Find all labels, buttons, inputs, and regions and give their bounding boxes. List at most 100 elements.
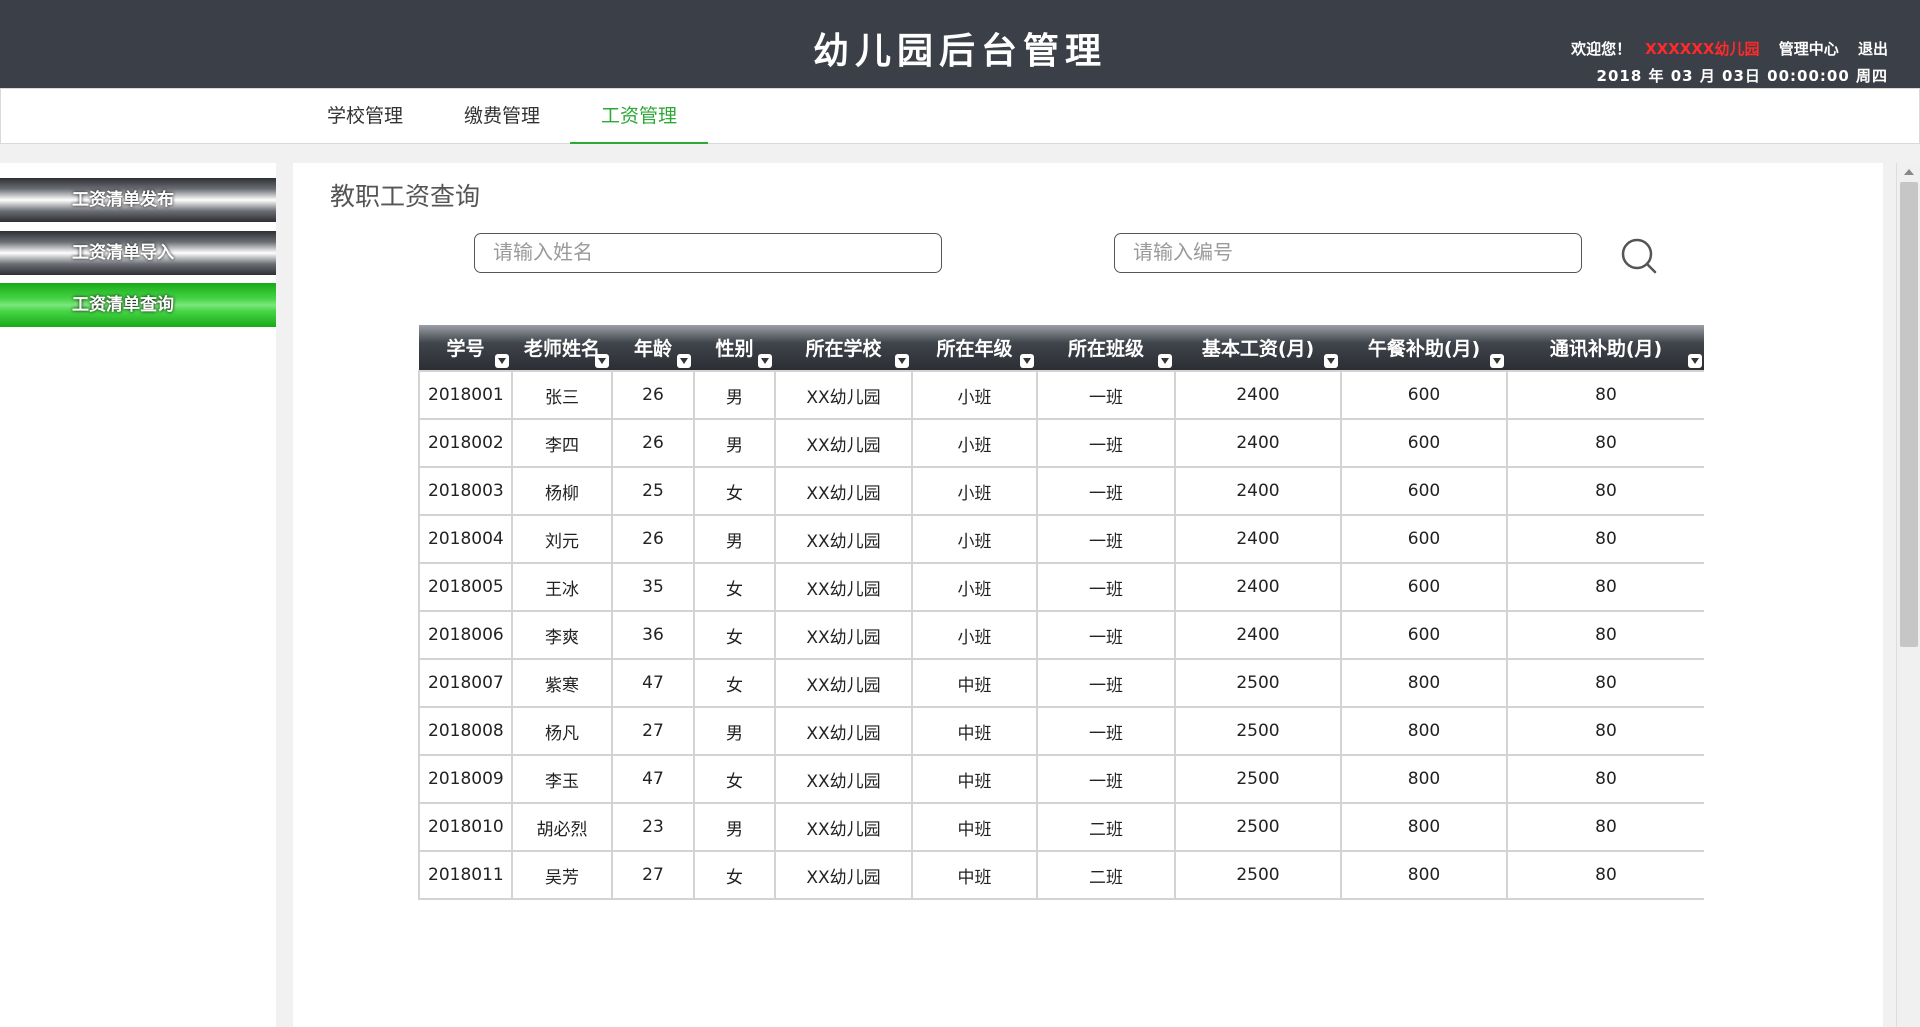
- table-row[interactable]: 2018011 吴芳 27 女 XX幼儿园 中班 二班 2500 800 80: [418, 850, 1704, 900]
- datetime-display: 2018 年 03 月 03日 00:00:00 周四: [1596, 67, 1888, 85]
- table-cell: 一班: [1036, 658, 1176, 708]
- filter-dropdown-icon[interactable]: [1490, 354, 1504, 368]
- table-cell: 35: [611, 562, 695, 612]
- search-name-input[interactable]: [474, 233, 942, 273]
- app-header: 幼儿园后台管理 欢迎您！ XXXXXX幼儿园 管理中心 退出 2018 年 03 …: [0, 0, 1920, 88]
- filter-dropdown-icon[interactable]: [758, 354, 772, 368]
- table-cell: 800: [1340, 658, 1508, 708]
- table-row[interactable]: 2018001 张三 26 男 XX幼儿园 小班 一班 2400 600 80: [418, 370, 1704, 420]
- filter-dropdown-icon[interactable]: [1324, 354, 1338, 368]
- table-cell: XX幼儿园: [774, 370, 913, 420]
- vertical-scrollbar[interactable]: [1896, 163, 1920, 1027]
- table-cell: 2018003: [418, 466, 513, 516]
- table-cell: 吴芳: [511, 850, 613, 900]
- sidebar-item-salary-publish[interactable]: 工资清单发布: [0, 178, 276, 222]
- sidebar: 工资清单发布 工资清单导入 工资清单查询: [0, 163, 276, 1027]
- table-cell: 80: [1506, 562, 1704, 612]
- table-cell: 2400: [1174, 514, 1342, 564]
- filter-dropdown-icon[interactable]: [895, 354, 909, 368]
- column-header[interactable]: 年龄: [612, 325, 694, 371]
- column-header[interactable]: 所在年级: [912, 325, 1037, 371]
- filter-dropdown-icon[interactable]: [595, 354, 609, 368]
- table-cell: 李四: [511, 418, 613, 468]
- table-cell: 刘元: [511, 514, 613, 564]
- sidebar-item-label: 工资清单发布: [72, 190, 174, 210]
- filter-dropdown-icon[interactable]: [677, 354, 691, 368]
- filter-dropdown-icon[interactable]: [1020, 354, 1034, 368]
- table-row[interactable]: 2018009 李玉 47 女 XX幼儿园 中班 一班 2500 800 80: [418, 754, 1704, 804]
- tab-salary-management[interactable]: 工资管理: [570, 89, 708, 144]
- column-header[interactable]: 基本工资(月): [1175, 325, 1341, 371]
- table-cell: 王冰: [511, 562, 613, 612]
- filter-dropdown-icon[interactable]: [1158, 354, 1172, 368]
- table-row[interactable]: 2018008 杨凡 27 男 XX幼儿园 中班 一班 2500 800 80: [418, 706, 1704, 756]
- table-cell: 2400: [1174, 370, 1342, 420]
- table-cell: 2018008: [418, 706, 513, 756]
- table-cell: 中班: [911, 658, 1038, 708]
- column-header[interactable]: 午餐补助(月): [1341, 325, 1507, 371]
- scroll-up-icon[interactable]: [1904, 169, 1914, 175]
- table-cell: 一班: [1036, 370, 1176, 420]
- table-cell: 800: [1340, 754, 1508, 804]
- column-header[interactable]: 所在班级: [1037, 325, 1175, 371]
- table-cell: 80: [1506, 370, 1704, 420]
- tab-fee-management[interactable]: 缴费管理: [433, 89, 571, 144]
- salary-table-container: 学号 老师姓名 年龄 性别 所在学校 所在年级 所在班级 基本工资(月) 午餐补助(月) 通讯补助…: [418, 325, 1704, 909]
- table-cell: 2500: [1174, 850, 1342, 900]
- table-row[interactable]: 2018004 刘元 26 男 XX幼儿园 小班 一班 2400 600 80: [418, 514, 1704, 564]
- table-cell: 800: [1340, 850, 1508, 900]
- table-cell: 男: [693, 418, 776, 468]
- table-row[interactable]: 2018003 杨柳 25 女 XX幼儿园 小班 一班 2400 600 80: [418, 466, 1704, 516]
- table-cell: 李爽: [511, 610, 613, 660]
- table-cell: 80: [1506, 658, 1704, 708]
- table-cell: 男: [693, 370, 776, 420]
- header-user-area: 欢迎您！ XXXXXX幼儿园 管理中心 退出 2018 年 03 月 03日 00…: [1557, 38, 1888, 86]
- table-cell: 600: [1340, 370, 1508, 420]
- table-row[interactable]: 2018002 李四 26 男 XX幼儿园 小班 一班 2400 600 80: [418, 418, 1704, 468]
- sidebar-item-label: 工资清单导入: [72, 243, 174, 263]
- table-row[interactable]: 2018007 紫寒 47 女 XX幼儿园 中班 一班 2500 800 80: [418, 658, 1704, 708]
- table-cell: XX幼儿园: [774, 562, 913, 612]
- table-cell: 2018005: [418, 562, 513, 612]
- table-cell: 2400: [1174, 562, 1342, 612]
- search-button[interactable]: [1620, 237, 1660, 277]
- table-cell: 23: [611, 802, 695, 852]
- table-cell: XX幼儿园: [774, 754, 913, 804]
- sidebar-item-salary-import[interactable]: 工资清单导入: [0, 231, 276, 275]
- table-cell: 杨柳: [511, 466, 613, 516]
- admin-center-link[interactable]: 管理中心: [1779, 40, 1839, 58]
- column-header[interactable]: 学号: [419, 325, 512, 371]
- table-cell: 2018002: [418, 418, 513, 468]
- filter-dropdown-icon[interactable]: [495, 354, 509, 368]
- table-row[interactable]: 2018010 胡必烈 23 男 XX幼儿园 中班 二班 2500 800 80: [418, 802, 1704, 852]
- table-cell: 女: [693, 850, 776, 900]
- table-cell: 男: [693, 514, 776, 564]
- column-header[interactable]: 老师姓名: [512, 325, 612, 371]
- tab-school-management[interactable]: 学校管理: [296, 89, 434, 144]
- column-header[interactable]: 所在学校: [775, 325, 912, 371]
- filter-dropdown-icon[interactable]: [1688, 354, 1702, 368]
- table-cell: 600: [1340, 562, 1508, 612]
- table-cell: 600: [1340, 610, 1508, 660]
- logout-link[interactable]: 退出: [1858, 40, 1888, 58]
- column-header-label: 性别: [715, 338, 754, 360]
- table-cell: XX幼儿园: [774, 418, 913, 468]
- page-title: 教职工资查询: [330, 182, 481, 211]
- table-cell: 一班: [1036, 610, 1176, 660]
- column-header[interactable]: 性别: [694, 325, 775, 371]
- table-row[interactable]: 2018005 王冰 35 女 XX幼儿园 小班 一班 2400 600 80: [418, 562, 1704, 612]
- table-cell: 2018006: [418, 610, 513, 660]
- column-header[interactable]: 通讯补助(月): [1507, 325, 1704, 371]
- search-icon: [1621, 238, 1657, 274]
- table-cell: 紫寒: [511, 658, 613, 708]
- table-cell: 47: [611, 754, 695, 804]
- school-name: XXXXXX幼儿园: [1645, 40, 1760, 58]
- search-id-input[interactable]: [1114, 233, 1582, 273]
- table-cell: 80: [1506, 706, 1704, 756]
- table-cell: 女: [693, 754, 776, 804]
- scrollbar-thumb[interactable]: [1900, 182, 1918, 647]
- sidebar-item-salary-query[interactable]: 工资清单查询: [0, 283, 276, 327]
- table-row[interactable]: 2018006 李爽 36 女 XX幼儿园 小班 一班 2400 600 80: [418, 610, 1704, 660]
- column-header-label: 所在年级: [936, 338, 1013, 360]
- table-cell: 80: [1506, 850, 1704, 900]
